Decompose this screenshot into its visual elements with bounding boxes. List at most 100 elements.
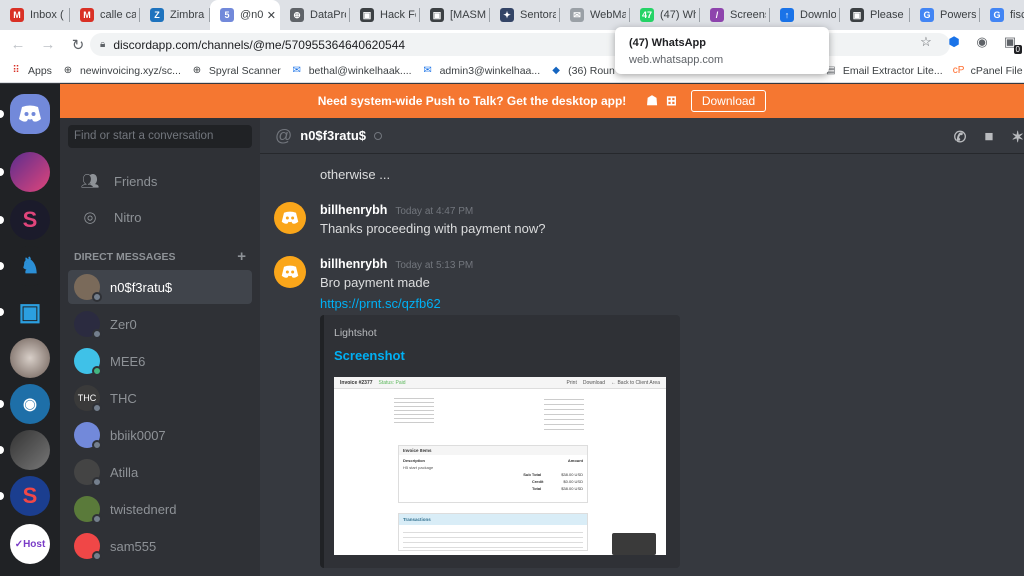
tab-label: Zimbra xyxy=(170,9,205,21)
browser-tab[interactable]: / Screens xyxy=(700,0,770,30)
nav-nitro[interactable]: ◎ Nitro xyxy=(68,200,252,234)
browser-tab[interactable]: Z Zimbra xyxy=(140,0,210,30)
bookmark-item[interactable]: ◆ (36) Roun xyxy=(550,65,615,77)
extension-icon[interactable]: ◉ xyxy=(974,34,990,50)
nav-label: Nitro xyxy=(114,209,142,225)
bookmark-item[interactable]: cP cPanel File Man xyxy=(953,65,1024,77)
server-icon[interactable] xyxy=(10,338,50,378)
google-icon: G xyxy=(920,8,934,22)
page-icon: ▣ xyxy=(430,8,444,22)
invoice-transactions: Transactions xyxy=(398,513,588,551)
message-link[interactable]: https://prnt.sc/qzfb62 xyxy=(320,296,441,311)
browser-tab[interactable]: ▣ Please xyxy=(840,0,910,30)
embed-screenshot[interactable]: Invoice #2377 Status: Paid Print Downloa… xyxy=(334,377,666,555)
invoice-totals: Sub Total $38.00 USD Credit $0.00 USD Total $… xyxy=(399,471,587,492)
server-icon[interactable]: S xyxy=(10,476,50,516)
message-text: Bro payment made xyxy=(320,275,430,290)
server-icon[interactable] xyxy=(10,430,50,470)
extension-icon[interactable]: ⬢ xyxy=(946,34,962,50)
items-title: Invoice Items xyxy=(399,446,587,455)
browser-tab[interactable]: 5 @n0 ✕ xyxy=(210,0,280,30)
col-amount: Amount xyxy=(567,458,583,463)
avatar[interactable] xyxy=(274,202,306,234)
server-icon[interactable]: ✓Host xyxy=(10,524,50,564)
back-icon[interactable]: ← xyxy=(6,36,30,53)
reload-icon[interactable]: ↻ xyxy=(66,36,90,54)
tooltip-title: (47) WhatsApp xyxy=(629,37,706,49)
dm-name: n0$f3ratu$ xyxy=(110,279,173,295)
browser-tab[interactable]: ▣ [MASM xyxy=(420,0,490,30)
status-indicator xyxy=(92,514,102,524)
bookmark-label: cPanel File Man xyxy=(970,64,1024,77)
call-icon[interactable]: ✆ xyxy=(954,128,967,146)
message-author[interactable]: billhenrybh Today at 5:13 PM xyxy=(320,257,473,271)
bookmark-item[interactable]: ✉ bethal@winkelhaak.... xyxy=(291,65,412,77)
author-name[interactable]: billhenrybh xyxy=(320,257,387,271)
embed-title[interactable]: Screenshot xyxy=(334,348,405,363)
bookmark-item[interactable]: ⊕ Spyral Scanner xyxy=(191,65,281,77)
globe-icon: ⊕ xyxy=(290,8,304,22)
browser-tab[interactable]: ↑ Downlo xyxy=(770,0,840,30)
server-icon[interactable]: ◉ xyxy=(10,384,50,424)
dm-item[interactable]: THC THC xyxy=(68,381,252,415)
server-icon[interactable]: ♞ xyxy=(10,246,50,286)
bookmark-label: newinvoicing.xyz/sc... xyxy=(79,64,181,77)
server-icon[interactable]: ▣ xyxy=(10,292,50,332)
status-indicator xyxy=(92,366,102,376)
message-text: otherwise ... xyxy=(320,167,391,182)
dm-item[interactable]: sam555 xyxy=(68,529,252,563)
avatar[interactable] xyxy=(274,256,306,288)
sentora-icon: ✦ xyxy=(500,8,514,22)
whatsapp-icon: 47 xyxy=(640,8,654,22)
invoice-addresses xyxy=(394,395,584,439)
message-author[interactable]: billhenrybh Today at 4:47 PM xyxy=(320,203,473,217)
browser-tab[interactable]: Mcalle car xyxy=(70,0,140,30)
dm-item[interactable]: MEE6 xyxy=(68,344,252,378)
tab-label: Screens xyxy=(730,9,766,21)
browser-tab[interactable]: ✉ WebMa xyxy=(560,0,630,30)
bookmark-label: Spyral Scanner xyxy=(208,64,281,77)
dm-item[interactable]: n0$f3ratu$ xyxy=(68,270,252,304)
author-name[interactable]: billhenrybh xyxy=(320,203,387,217)
video-icon[interactable]: ■ xyxy=(984,128,993,146)
tab-label: Powersh xyxy=(940,9,976,21)
search-input[interactable]: Find or start a conversation xyxy=(68,125,252,148)
download-icon: ↑ xyxy=(780,8,794,22)
dm-item[interactable]: Zer0 xyxy=(68,307,252,341)
nav-label: Friends xyxy=(114,173,158,189)
browser-tab[interactable]: ⊕ DataPro xyxy=(280,0,350,30)
pin-icon[interactable]: ✶ xyxy=(1011,128,1024,146)
row-label: Sub Total xyxy=(523,472,542,477)
dm-item[interactable]: Atilla xyxy=(68,455,252,489)
home-button[interactable] xyxy=(10,94,50,134)
close-tab-icon[interactable]: ✕ xyxy=(267,9,276,22)
dm-item[interactable]: twistednerd xyxy=(68,492,252,526)
add-dm-icon[interactable]: + xyxy=(237,248,246,265)
server-icon[interactable] xyxy=(10,152,50,192)
shield-icon: ◆ xyxy=(552,65,560,76)
browser-tab[interactable]: M Inbox ( xyxy=(0,0,70,30)
download-button[interactable]: Download xyxy=(690,90,767,112)
browser-tab[interactable]: ✦ Sentora xyxy=(490,0,560,30)
browser-tab[interactable]: Gfiscal ad xyxy=(980,0,1024,30)
dm-item[interactable]: bbiik0007 xyxy=(68,418,252,452)
forward-icon[interactable]: → xyxy=(36,36,60,53)
invoice-total-row: Sub Total $38.00 USD xyxy=(399,471,587,478)
bookmark-item[interactable]: ⠿ Apps xyxy=(10,65,52,77)
browser-tab[interactable]: G Powersh xyxy=(910,0,980,30)
server-icon[interactable]: S xyxy=(10,200,50,240)
bookmark-item[interactable]: ▤ Email Extractor Lite... xyxy=(825,65,943,77)
dm-name: Zer0 xyxy=(110,316,137,332)
bookmark-item[interactable]: ✉ admin3@winkelhaa... xyxy=(422,65,540,77)
avatar xyxy=(74,274,102,302)
extension-icon[interactable]: ▣ 0 xyxy=(1002,34,1022,54)
dm-header-label: DIRECT MESSAGES xyxy=(74,251,176,263)
bookmark-item[interactable]: ⊕ newinvoicing.xyz/sc... xyxy=(62,65,181,77)
nav-friends[interactable]: 👥︎ Friends xyxy=(68,164,252,198)
browser-tab[interactable]: ▣ Hack Fo xyxy=(350,0,420,30)
avatar xyxy=(74,496,102,524)
globe-icon: ⊕ xyxy=(192,65,202,76)
browser-tab[interactable]: 47 (47) Wh xyxy=(630,0,700,30)
star-icon[interactable]: ☆ xyxy=(918,34,934,50)
banner-text: Need system-wide Push to Talk? Get the d… xyxy=(317,94,627,108)
